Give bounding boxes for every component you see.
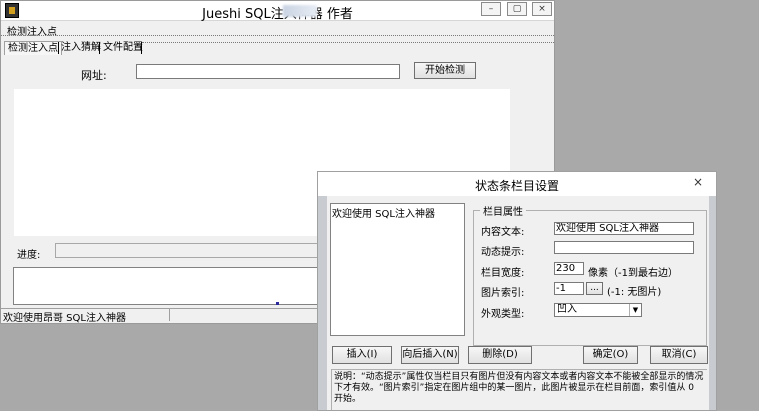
note-text: 说明：“动态提示”属性仅当栏目只有图片但没有内容文本或者内容文本不能被全部显示的… <box>334 372 704 404</box>
blurred-author-name <box>283 5 317 17</box>
main-window-title: Jueshi SQL注入神器 作者 <box>202 7 353 22</box>
dynamic-tip-input[interactable] <box>554 241 694 254</box>
url-input[interactable] <box>136 64 400 79</box>
group-title: 栏目属性 <box>480 203 526 218</box>
progress-bar <box>55 243 319 258</box>
shape-type-label: 外观类型: <box>481 309 525 320</box>
minimize-icon[interactable]: – <box>481 2 501 16</box>
status-text: 欢迎使用昂哥 SQL注入神器 <box>3 313 126 324</box>
close-icon[interactable]: × <box>532 2 552 16</box>
column-list[interactable] <box>330 203 465 336</box>
content-text-input[interactable]: 欢迎使用 SQL注入神器 <box>554 222 694 235</box>
image-index-label: 图片索引: <box>481 288 525 299</box>
dialog-close-icon[interactable]: × <box>691 176 705 190</box>
tab-file-config[interactable]: 文件配置 <box>100 41 146 55</box>
statusbar-settings-dialog: 状态条栏目设置 × 欢迎使用 SQL注入神器 栏目属性 内容文本: 欢迎使用 S… <box>317 171 717 411</box>
insert-button[interactable]: 插入(I) <box>332 346 392 364</box>
tab-strip-line <box>142 42 554 43</box>
dialog-title: 状态条栏目设置 <box>474 179 559 193</box>
list-item[interactable]: 欢迎使用 SQL注入神器 <box>332 205 435 220</box>
maximize-icon[interactable]: ▢ <box>507 2 527 16</box>
delete-button[interactable]: 删除(D) <box>468 346 532 364</box>
tab-injection-guess[interactable]: 注入猜解 <box>58 41 104 55</box>
width-hint: 像素（-1到最右边） <box>588 268 678 279</box>
column-width-input[interactable]: 230 <box>554 262 584 275</box>
insert-after-button[interactable]: 向后插入(N) <box>401 346 459 364</box>
dynamic-tip-label: 动态提示: <box>481 247 525 258</box>
image-hint: (-1: 无图片) <box>607 287 662 298</box>
cancel-button[interactable]: 取消(C) <box>650 346 708 364</box>
ok-button[interactable]: 确定(O) <box>583 346 638 364</box>
start-detect-button[interactable]: 开始检测 <box>414 62 476 79</box>
column-width-label: 栏目宽度: <box>481 268 525 279</box>
url-label: 网址: <box>81 69 107 82</box>
image-browse-button[interactable]: ... <box>586 282 603 295</box>
progress-label: 进度: <box>17 250 41 261</box>
desktop-background <box>717 0 759 411</box>
image-index-input[interactable]: -1 <box>554 282 584 295</box>
tab-detect-injection[interactable]: 检测注入点 <box>4 41 62 55</box>
status-divider <box>169 309 170 321</box>
resize-marker <box>276 302 279 305</box>
log-textbox[interactable] <box>13 267 319 305</box>
tab-separator <box>141 42 142 54</box>
chevron-down-icon[interactable]: ▼ <box>629 304 641 316</box>
content-text-label: 内容文本: <box>481 227 525 238</box>
menu-separator <box>1 35 554 36</box>
